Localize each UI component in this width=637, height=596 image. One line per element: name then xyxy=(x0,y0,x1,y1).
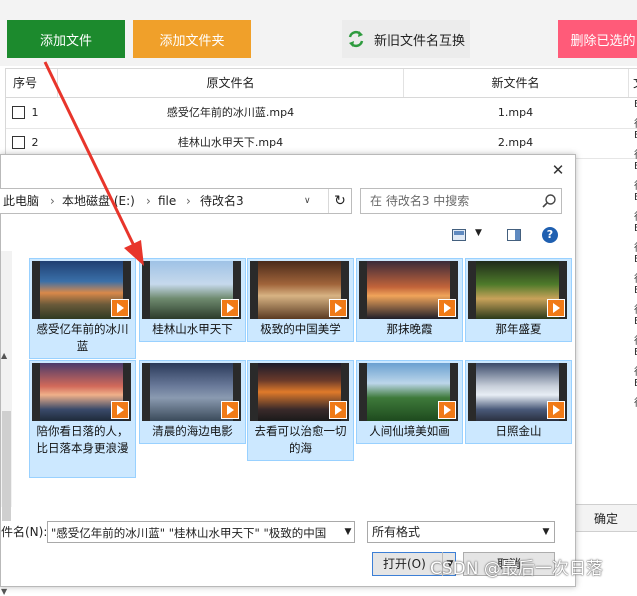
nav-scrollbar[interactable]: ▲ ▼ xyxy=(1,251,12,596)
file-name: 桂林山水甲天下 xyxy=(152,322,233,336)
filename-label: 件名(N): xyxy=(1,525,48,539)
breadcrumb-item[interactable]: 此电脑 xyxy=(3,189,39,213)
file-name: 那年盛夏 xyxy=(495,322,542,336)
refresh-icon[interactable]: ↻ xyxy=(328,189,351,213)
header-new[interactable]: 新文件名 xyxy=(403,69,629,97)
file-type-dropdown-icon[interactable]: ▼ xyxy=(539,521,553,543)
search-icon[interactable] xyxy=(541,193,557,209)
swap-icon xyxy=(348,30,364,48)
video-thumbnail xyxy=(468,261,567,319)
video-thumbnail xyxy=(32,363,131,421)
confirm-button[interactable]: 确定 xyxy=(573,504,637,532)
file-name: 陪你看日落的人，比日落本身更浪漫 xyxy=(36,424,129,455)
video-thumbnail xyxy=(32,261,131,319)
filename-input[interactable]: "感受亿年前的冰川蓝" "桂林山水甲天下" "极致的中国 xyxy=(47,521,355,543)
video-thumbnail xyxy=(468,363,567,421)
breadcrumb-separator[interactable]: › xyxy=(50,189,55,213)
row-index: 1 xyxy=(31,106,39,119)
breadcrumb-separator[interactable]: › xyxy=(186,189,191,213)
play-icon xyxy=(111,401,129,419)
play-icon xyxy=(547,299,565,317)
file-name: 去看可以治愈一切的海 xyxy=(254,424,347,455)
file-open-dialog: ✕ 此电脑 › 本地磁盘 (E:) › file › 待改名3 ∨ ↻ 在 待改… xyxy=(0,154,576,596)
header-extra[interactable]: 文 xyxy=(628,69,637,97)
add-file-button[interactable]: 添加文件 xyxy=(7,20,125,58)
file-name: 清晨的海边电影 xyxy=(152,424,233,438)
file-name: 极致的中国美学 xyxy=(260,322,341,336)
play-icon xyxy=(438,299,456,317)
scroll-down-icon[interactable]: ▼ xyxy=(1,587,7,596)
file-tile[interactable]: 陪你看日落的人，比日落本身更浪漫 xyxy=(29,360,136,478)
breadcrumb-item[interactable]: file xyxy=(158,189,176,213)
play-icon xyxy=(221,299,239,317)
video-thumbnail xyxy=(250,261,349,319)
video-thumbnail xyxy=(359,261,458,319)
breadcrumb-item[interactable]: 本地磁盘 (E:) xyxy=(62,189,135,213)
file-tile[interactable]: 那抹晚霞 xyxy=(356,258,463,342)
search-placeholder: 在 待改名3 中搜索 xyxy=(370,194,470,208)
file-tile[interactable]: 感受亿年前的冰川蓝 xyxy=(29,258,136,359)
play-icon xyxy=(111,299,129,317)
play-icon xyxy=(547,401,565,419)
view-toolbar: ▼ ? xyxy=(1,223,575,247)
swap-names-button[interactable]: 新旧文件名互换 xyxy=(342,20,470,58)
row-original-name: 感受亿年前的冰川蓝.mp4 xyxy=(166,106,295,119)
play-icon xyxy=(438,401,456,419)
watermark: CSDN @最后一次日落 xyxy=(430,559,603,579)
file-name: 人间仙境美如画 xyxy=(369,424,450,438)
help-icon[interactable]: ? xyxy=(542,227,558,243)
video-thumbnail xyxy=(250,363,349,421)
file-tile[interactable]: 日照金山 xyxy=(465,360,572,444)
close-icon[interactable]: ✕ xyxy=(548,161,568,179)
video-thumbnail xyxy=(359,363,458,421)
file-tile[interactable]: 桂林山水甲天下 xyxy=(139,258,246,342)
file-tile[interactable]: 去看可以治愈一切的海 xyxy=(247,360,354,461)
file-name: 感受亿年前的冰川蓝 xyxy=(36,322,129,353)
header-index[interactable]: 序号 xyxy=(6,69,58,97)
row-checkbox[interactable] xyxy=(12,106,25,119)
scroll-up-icon[interactable]: ▲ xyxy=(1,351,7,360)
app-toolbar: 添加文件 添加文件夹 新旧文件名互换 删除已选的 xyxy=(0,0,637,66)
table-row[interactable]: 1 感受亿年前的冰川蓝.mp4 1.mp4 xyxy=(6,98,637,129)
file-tile[interactable]: 极致的中国美学 xyxy=(247,258,354,342)
file-type-select[interactable]: 所有格式 xyxy=(367,521,555,543)
add-folder-button[interactable]: 添加文件夹 xyxy=(133,20,251,58)
view-dropdown-icon[interactable]: ▼ xyxy=(475,228,482,238)
file-tile[interactable]: 那年盛夏 xyxy=(465,258,572,342)
breadcrumb-item[interactable]: 待改名3 xyxy=(200,189,244,213)
delete-selected-button[interactable]: 删除已选的 xyxy=(558,20,637,58)
view-mode-icon[interactable] xyxy=(452,229,466,241)
table-header: 序号 原文件名 新文件名 文 xyxy=(6,69,637,98)
video-thumbnail xyxy=(142,363,241,421)
play-icon xyxy=(221,401,239,419)
address-dropdown-icon[interactable]: ∨ xyxy=(304,189,311,213)
row-checkbox[interactable] xyxy=(12,136,25,149)
file-name: 那抹晚霞 xyxy=(386,322,433,336)
search-box[interactable]: 在 待改名3 中搜索 xyxy=(360,188,562,214)
file-name: 日照金山 xyxy=(495,424,542,438)
preview-pane-icon[interactable] xyxy=(507,229,521,241)
scroll-thumb[interactable] xyxy=(2,411,11,521)
video-thumbnail xyxy=(142,261,241,319)
breadcrumb-separator[interactable]: › xyxy=(146,189,151,213)
file-tile[interactable]: 人间仙境美如画 xyxy=(356,360,463,444)
swap-names-label: 新旧文件名互换 xyxy=(374,33,466,49)
header-original[interactable]: 原文件名 xyxy=(58,69,404,97)
play-icon xyxy=(329,401,347,419)
file-tile[interactable]: 清晨的海边电影 xyxy=(139,360,246,444)
filename-dropdown-icon[interactable]: ▼ xyxy=(341,521,355,543)
play-icon xyxy=(329,299,347,317)
address-bar[interactable]: 此电脑 › 本地磁盘 (E:) › file › 待改名3 ∨ ↻ xyxy=(0,188,352,214)
row-new-name: 1.mp4 xyxy=(497,106,534,119)
